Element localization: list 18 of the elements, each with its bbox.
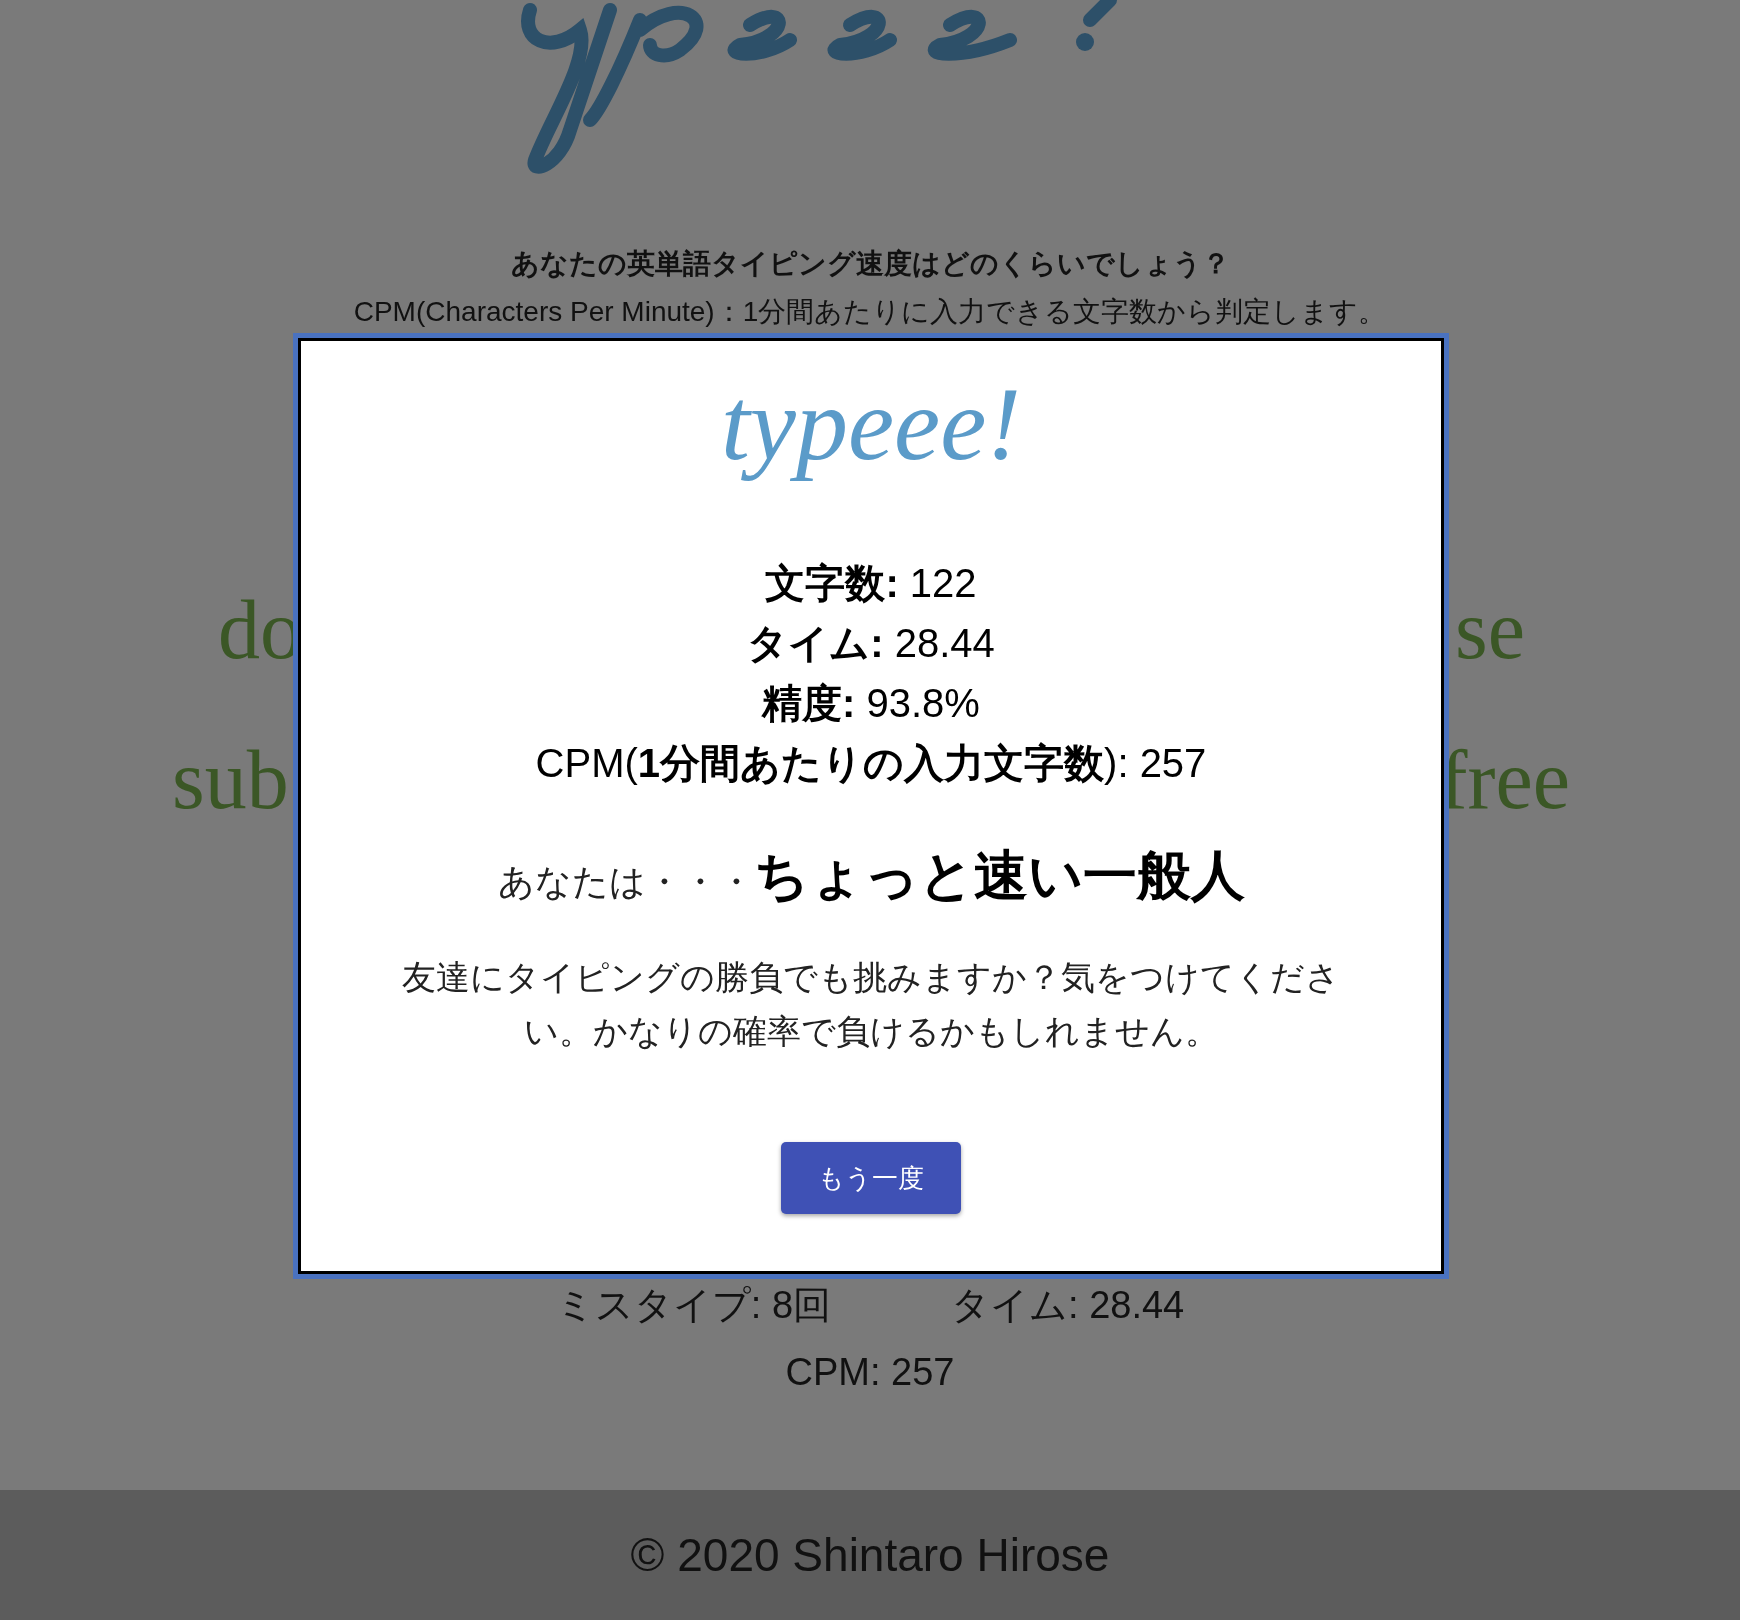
- result-stat: 文字数: 122: [765, 560, 977, 607]
- retry-button[interactable]: もう一度: [781, 1142, 961, 1214]
- page-subheading: CPM(Characters Per Minute)：1分間あたりに入力できる文字数から判定します。: [353, 295, 1387, 329]
- verdict-prefix: あなたは・・・: [497, 860, 754, 904]
- passage-word: sub: [172, 738, 289, 822]
- dialog-logo: typeee!: [720, 365, 1022, 483]
- result-message: 友達にタイピングの勝負でも挑みますか？気をつけてください。かなりの確率で負けるかもしれません。: [401, 957, 1341, 1052]
- passage-word: se: [1455, 588, 1525, 672]
- miss-count: ミスタイプ: 8回: [555, 1283, 831, 1328]
- elapsed-time: タイム: 28.44: [951, 1283, 1185, 1328]
- result-stat: タイム: 28.44: [747, 620, 995, 667]
- cpm-result: CPM: 257: [785, 1350, 955, 1395]
- passage-word: free: [1439, 738, 1570, 822]
- page-heading: あなたの英単語タイピング速度はどのくらいでしょう？: [510, 247, 1230, 281]
- result-stat: CPM(1分間あたりの入力文字数): 257: [535, 740, 1207, 787]
- verdict: ちょっと速い一般人: [753, 844, 1245, 907]
- result-stat: 精度: 93.8%: [762, 680, 980, 727]
- copyright: © 2020 Shintaro Hirose: [630, 1527, 1110, 1583]
